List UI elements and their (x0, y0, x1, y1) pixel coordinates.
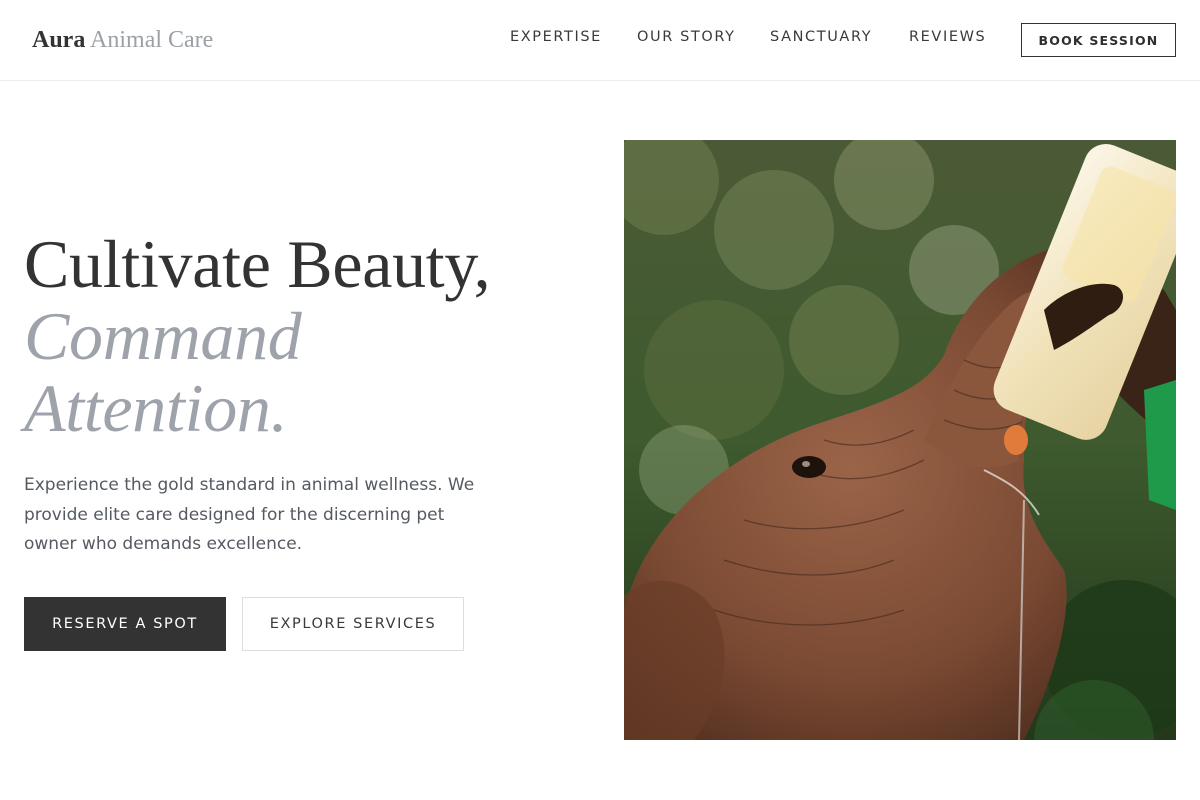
brand-logo[interactable]: Aura Animal Care (32, 26, 213, 54)
nav-link-reviews[interactable]: REVIEWS (909, 29, 986, 45)
brand-name-light: Animal Care (90, 27, 214, 53)
hero-description: Experience the gold standard in animal w… (24, 475, 475, 554)
brand-name-strong: Aura (32, 27, 86, 53)
hero-title-line-3: Attention. (24, 370, 288, 446)
nav-link-expertise[interactable]: EXPERTISE (510, 29, 602, 45)
hero-image-elephant (624, 140, 1176, 740)
hero-title-line-2: Command (24, 298, 302, 374)
book-session-button[interactable]: BOOK SESSION (1021, 23, 1176, 57)
nav-link-sanctuary[interactable]: SANCTUARY (770, 29, 872, 45)
reserve-spot-button[interactable]: RESERVE A SPOT (24, 597, 226, 651)
explore-services-button[interactable]: EXPLORE SERVICES (242, 597, 464, 651)
elephant-feeding-illustration (624, 140, 1176, 740)
hero-title: Cultivate Beauty, Command Attention. (24, 228, 584, 444)
top-navigation-bar: Aura Animal Care EXPERTISE OUR STORY SAN… (0, 0, 1200, 81)
nav-link-our-story[interactable]: OUR STORY (637, 29, 736, 45)
hero-title-line-1: Cultivate Beauty, (24, 226, 491, 302)
hero-text-section: Cultivate Beauty, Command Attention. (24, 228, 584, 444)
